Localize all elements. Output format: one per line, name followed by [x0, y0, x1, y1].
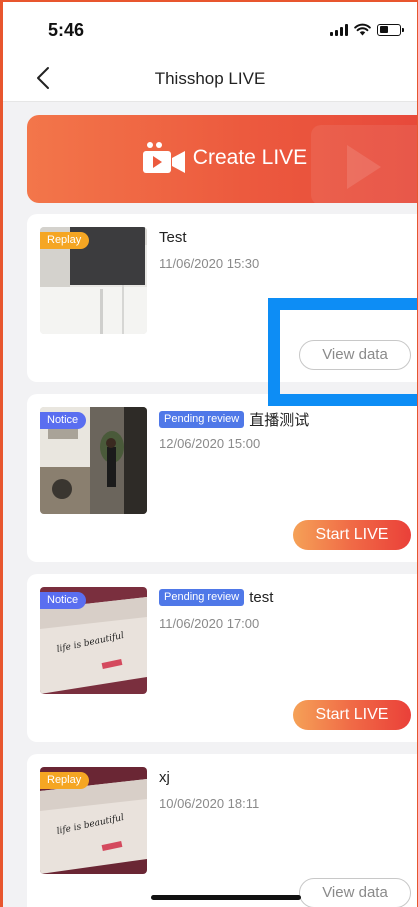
start-live-button[interactable]: Start LIVE — [293, 520, 411, 550]
wifi-icon — [354, 23, 371, 36]
live-thumbnail: life is beautiful Replay — [40, 767, 147, 874]
pending-review-badge: Pending review — [159, 411, 245, 428]
live-date: 10/06/2020 18:11 — [159, 796, 260, 811]
create-live-label: Create LIVE — [192, 146, 308, 169]
replay-tag: Replay — [40, 772, 90, 789]
create-live-button[interactable]: Create LIVE — [27, 115, 417, 203]
live-card[interactable]: life is beautiful Replay xj 10/06/2020 1… — [27, 754, 417, 907]
live-thumbnail: Notice — [40, 407, 147, 514]
notice-tag: Notice — [40, 592, 87, 609]
live-title: 直播测试 — [249, 412, 310, 429]
start-live-button[interactable]: Start LIVE — [293, 700, 411, 730]
video-camera-icon — [142, 142, 185, 173]
live-thumbnail: Replay — [40, 227, 147, 334]
status-bar: 5:46 — [3, 2, 417, 54]
status-icons — [330, 23, 404, 36]
cellular-signal-icon — [330, 23, 348, 36]
nav-bar: Thisshop LIVE — [3, 54, 417, 102]
live-thumbnail: life is beautiful Notice — [40, 587, 147, 694]
view-data-button[interactable]: View data — [299, 878, 411, 907]
status-time: 5:46 — [48, 20, 85, 40]
live-title: Test — [159, 229, 187, 246]
notice-tag: Notice — [40, 412, 87, 429]
page-title: Thisshop LIVE — [154, 69, 266, 88]
replay-tag: Replay — [40, 232, 90, 249]
live-date: 11/06/2020 17:00 — [159, 616, 260, 631]
live-title: xj — [159, 769, 170, 786]
app-frame: 5:46 Thisshop LIVE Create LIVE Replay Te… — [0, 0, 418, 907]
highlight-annotation — [268, 298, 417, 406]
live-card[interactable]: Notice Pending review 直播测试 12/06/2020 15… — [27, 394, 417, 562]
home-indicator[interactable] — [151, 895, 301, 900]
live-card[interactable]: life is beautiful Notice Pending review … — [27, 574, 417, 742]
live-date: 12/06/2020 15:00 — [159, 436, 261, 451]
pending-review-badge: Pending review — [159, 589, 245, 606]
live-title: test — [249, 589, 274, 606]
battery-icon — [377, 23, 404, 36]
live-date: 11/06/2020 15:30 — [159, 256, 260, 271]
